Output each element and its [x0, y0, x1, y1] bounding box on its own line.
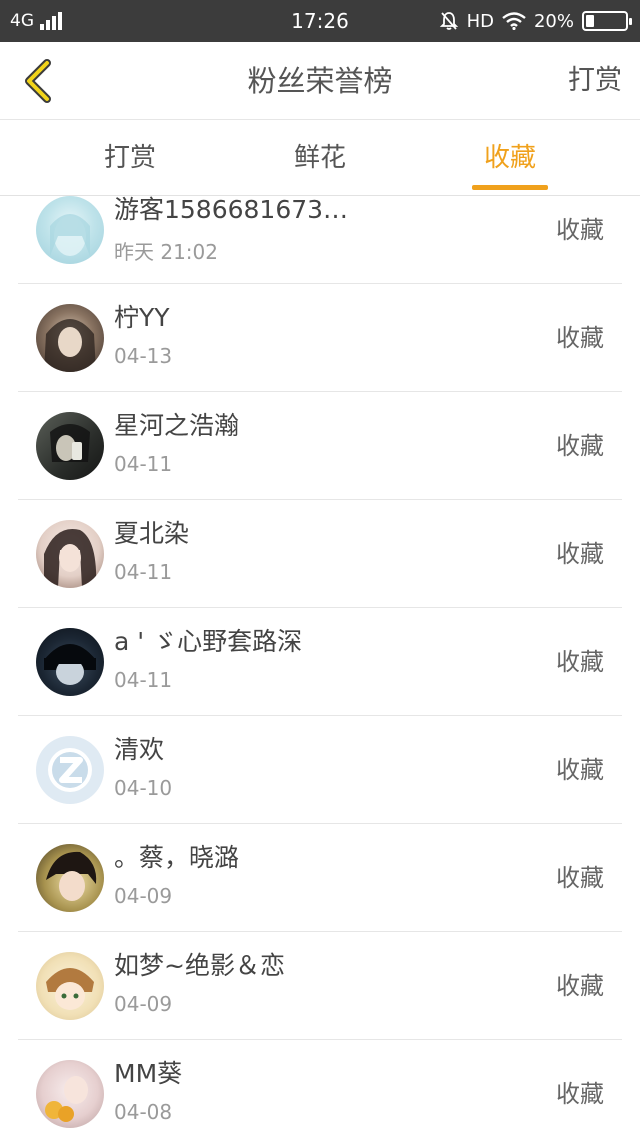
avatar [36, 196, 104, 264]
list-item[interactable]: 游客1586681673… 昨天 21:02 收藏 [18, 196, 622, 284]
user-name: 清欢 [114, 735, 165, 764]
mute-bell-icon [439, 12, 458, 30]
list-item[interactable]: 夏北染 04-11 收藏 [18, 500, 622, 608]
active-tab-indicator [472, 185, 548, 190]
avatar [36, 736, 104, 804]
tab-bar: 打赏 鲜花 收藏 [0, 120, 640, 196]
list-item[interactable]: 星河之浩瀚 04-11 收藏 [18, 392, 622, 500]
user-name: 如梦~绝影＆恋 [114, 951, 285, 980]
user-name: 。蔡，晓潞 [114, 843, 240, 872]
chevron-left-icon [25, 59, 51, 103]
tab-label: 收藏 [483, 143, 536, 173]
list-item[interactable]: MM葵 04-08 收藏 [18, 1040, 622, 1138]
list-item[interactable]: 柠YY 04-13 收藏 [18, 284, 622, 392]
list-item[interactable]: 如梦~绝影＆恋 04-09 收藏 [18, 932, 622, 1040]
action-label: 收藏 [556, 648, 604, 676]
user-name: MM葵 [114, 1059, 183, 1088]
timestamp: 04-09 [114, 992, 173, 1016]
action-label: 收藏 [556, 540, 604, 568]
tab-tip[interactable]: 打赏 [92, 120, 168, 196]
nav-header: 粉丝荣誉榜 打赏 [0, 42, 640, 120]
action-label: 收藏 [556, 756, 604, 784]
tab-flowers[interactable]: 鲜花 [282, 120, 358, 196]
action-label: 收藏 [556, 216, 604, 244]
avatar [36, 412, 104, 480]
avatar [36, 952, 104, 1020]
hd-badge: HD [466, 10, 494, 32]
timestamp: 04-11 [114, 560, 173, 584]
timestamp: 04-11 [114, 452, 173, 476]
page-title: 粉丝荣誉榜 [247, 64, 393, 98]
action-label: 收藏 [556, 432, 604, 460]
avatar [36, 1060, 104, 1128]
timestamp: 04-11 [114, 668, 173, 692]
timestamp: 昨天 21:02 [114, 240, 218, 264]
wifi-icon [502, 12, 526, 30]
list-item[interactable]: 。蔡，晓潞 04-09 收藏 [18, 824, 622, 932]
battery-icon [582, 11, 632, 31]
avatar [36, 628, 104, 696]
user-name: 柠YY [114, 303, 170, 332]
status-icons: HD 20% [439, 0, 632, 42]
action-label: 收藏 [556, 324, 604, 352]
tab-label: 打赏 [103, 143, 156, 173]
avatar [36, 304, 104, 372]
tab-favorites[interactable]: 收藏 [472, 120, 548, 196]
action-label: 收藏 [556, 864, 604, 892]
tip-button[interactable]: 打赏 [568, 42, 622, 120]
list-item[interactable]: a ' ゞ心野套路深 04-11 收藏 [18, 608, 622, 716]
list-item[interactable]: 清欢 04-10 收藏 [18, 716, 622, 824]
action-label: 收藏 [556, 1080, 604, 1108]
avatar [36, 844, 104, 912]
timestamp: 04-08 [114, 1100, 173, 1124]
avatar [36, 520, 104, 588]
battery-level-fill [586, 15, 594, 27]
fan-list[interactable]: 游客1586681673… 昨天 21:02 收藏 柠YY 04-13 收藏 星… [0, 196, 640, 1138]
status-bar: 4G 17:26 HD 20% [0, 0, 640, 42]
timestamp: 04-13 [114, 344, 173, 368]
user-name: a ' ゞ心野套路深 [114, 627, 303, 656]
user-name: 夏北染 [114, 519, 190, 548]
back-button[interactable] [14, 54, 62, 108]
battery-percent: 20% [533, 10, 574, 32]
timestamp: 04-10 [114, 776, 173, 800]
user-name: 游客1586681673… [114, 196, 349, 224]
timestamp: 04-09 [114, 884, 173, 908]
action-label: 收藏 [556, 972, 604, 1000]
tab-label: 鲜花 [293, 143, 346, 173]
user-name: 星河之浩瀚 [114, 411, 240, 440]
